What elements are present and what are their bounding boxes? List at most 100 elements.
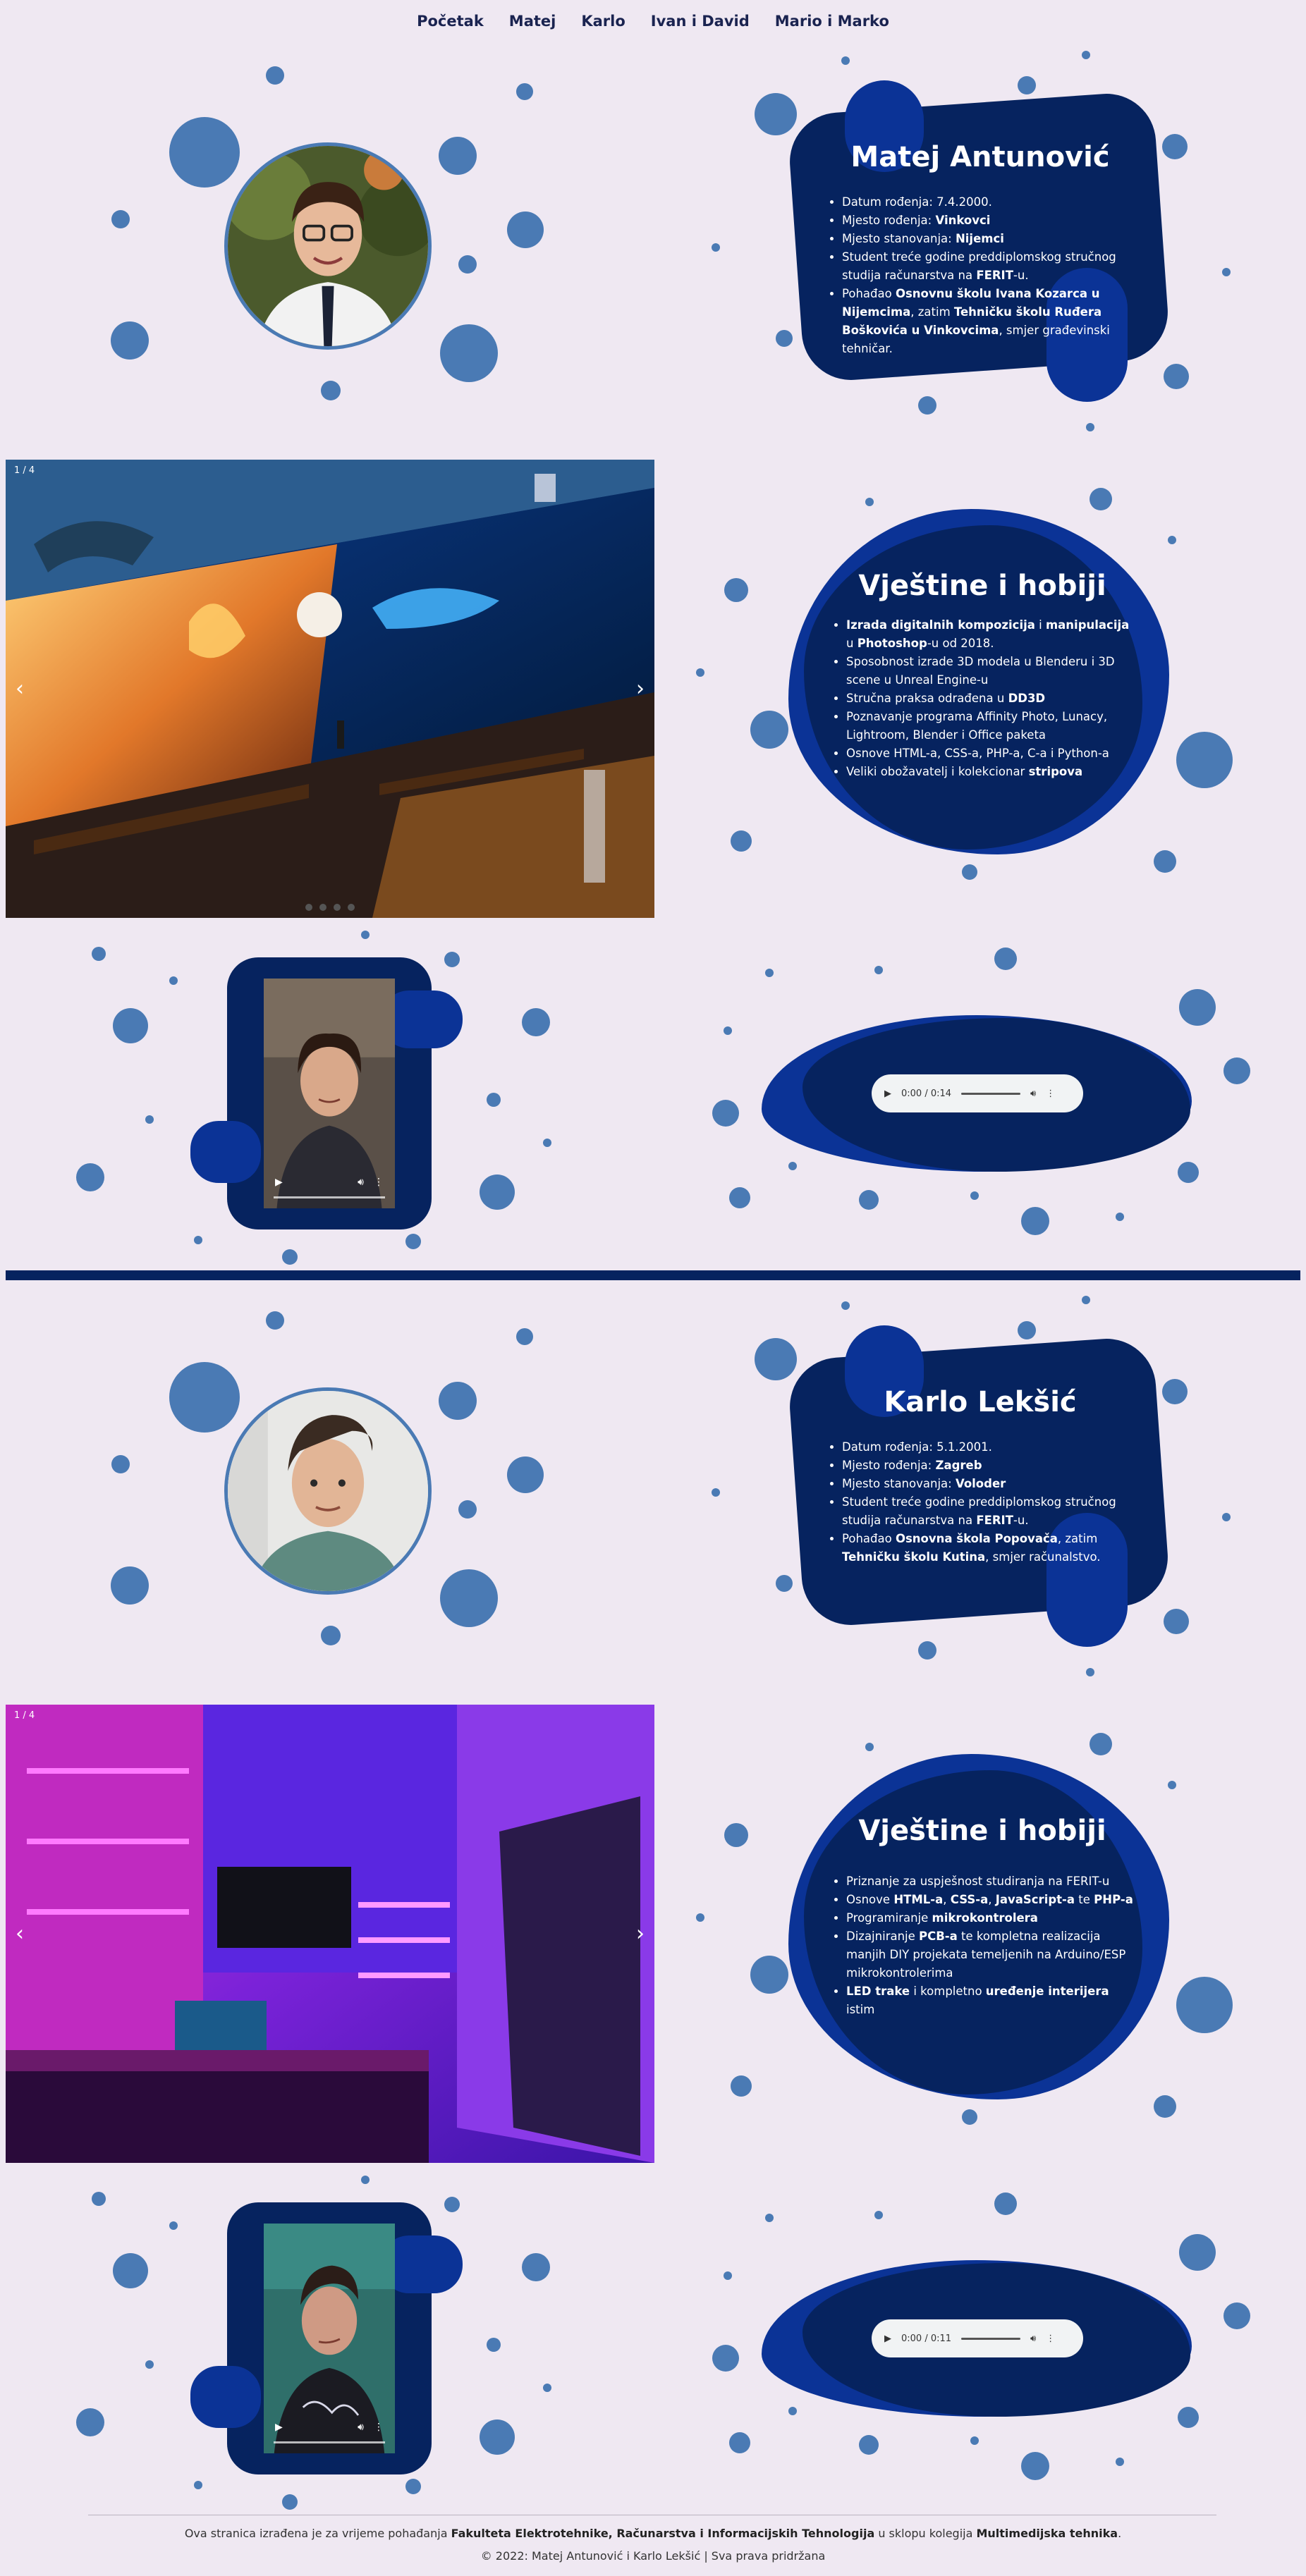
decor-dot [724,578,748,602]
person-section-karlo: Karlo Lekšić Datum rođenja: 5.1.2001. Mj… [0,1245,1306,2521]
slider-dots [6,904,654,911]
chevron-right-icon[interactable]: › [636,677,645,701]
audio-time: 0:00 / 0:14 [901,1088,952,1099]
decor-dot [458,255,477,274]
info-list: Datum rođenja: 7.4.2000. Mjesto rođenja:… [825,193,1135,358]
skills-item: Sposobnost izrade 3D modela u Blenderu i… [846,653,1134,689]
image-slider-matej[interactable]: 1 / 4 ‹ › [6,460,654,918]
decor-dot [1179,2234,1216,2271]
decor-dot [1179,989,1216,1026]
decor-dot [724,1823,748,1847]
avatar-matej [224,142,432,350]
decor-dot [516,83,533,100]
decor-dot [755,93,797,135]
decor-dot [169,117,240,188]
more-vert-icon[interactable]: ⋮ [374,2422,384,2433]
info-list: Datum rođenja: 5.1.2001. Mjesto rođenja:… [825,1438,1135,1566]
decor-dot [522,2253,550,2281]
chevron-left-icon[interactable]: ‹ [16,1922,24,1946]
slider-dot[interactable] [305,904,312,911]
decor-dot [1176,1977,1233,2033]
slide-counter: 1 / 4 [14,465,35,476]
decor-dot [145,2360,154,2369]
more-vert-icon[interactable]: ⋮ [1046,2333,1055,2344]
decor-dot [874,966,883,974]
decor-dot [1116,1213,1124,1221]
audio-seek-bar[interactable] [961,1092,1021,1095]
chevron-left-icon[interactable]: ‹ [16,677,24,701]
decor-dot [282,2494,298,2510]
decor-dot [918,396,936,415]
decor-dot [487,2338,501,2352]
decor-dot [480,2419,515,2455]
person-name: Matej Antunović [850,141,1110,173]
decor-dot [145,1115,154,1124]
decor-dot [480,1174,515,1210]
audio-player-matej[interactable]: ▶ 0:00 / 0:14 🔊︎ ⋮ [872,1074,1083,1112]
decor-dot [440,324,498,382]
skills-item: Osnove HTML-a, CSS-a, JavaScript-a te PH… [846,1891,1134,1909]
play-icon[interactable]: ▶ [884,2333,891,2344]
decor-dot [194,2481,202,2489]
decor-dot [865,1743,874,1751]
info-item-birthdate: Datum rođenja: 7.4.2000. [842,193,1135,211]
decor-dot [111,321,149,360]
decor-dot [1164,1609,1189,1634]
play-icon[interactable]: ▶ [275,1177,283,1188]
info-item-birthplace: Mjesto rođenja: Zagreb [842,1456,1135,1475]
skills-list: Izrada digitalnih kompozicija i manipula… [831,616,1134,781]
audio-player-karlo[interactable]: ▶ 0:00 / 0:11 🔊︎ ⋮ [872,2319,1083,2357]
decor-dot [111,1566,149,1605]
skills-card-karlo: Vještine i hobiji Priznanje za uspješnos… [831,1815,1134,2019]
image-slider-karlo[interactable]: 1 / 4 ‹ › [6,1705,654,2163]
slider-dot[interactable] [348,904,355,911]
chevron-right-icon[interactable]: › [636,1922,645,1946]
volume-icon[interactable]: 🔊︎ [358,1177,364,1188]
info-item-residence: Mjesto stanovanja: Nijemci [842,230,1135,248]
decor-dot [962,864,977,880]
decor-dot [696,1913,704,1922]
info-card-matej: Matej Antunović Datum rođenja: 7.4.2000.… [825,141,1135,358]
decor-dot [516,1328,533,1345]
video-player-karlo[interactable]: ▶ 🔊︎ ⋮ [264,2224,395,2453]
avatar-karlo [224,1387,432,1595]
decor-dot [522,1008,550,1036]
footer-copyright: © 2022: Matej Antunović i Karlo Lekšić |… [480,2549,826,2563]
play-icon[interactable]: ▶ [884,1088,891,1099]
person-name: Karlo Lekšić [884,1386,1077,1418]
decor-dot [729,1187,750,1208]
decor-dot [507,1456,544,1493]
info-item-study: Student treće godine preddiplomskog stru… [842,248,1135,285]
decor-dot [405,2479,421,2494]
info-item-study: Student treće godine preddiplomskog stru… [842,1493,1135,1530]
footer-credits: Ova stranica izrađena je za vrijeme poha… [184,2527,1122,2540]
video-player-matej[interactable]: ▶ 🔊︎ ⋮ [264,979,395,1208]
decor-dot [169,976,178,985]
decor-dot [1154,850,1176,873]
skills-item: Priznanje za uspješnost studiranja na FE… [846,1872,1134,1891]
audio-time: 0:00 / 0:11 [901,2333,952,2344]
play-icon[interactable]: ▶ [275,2422,283,2433]
skills-item: Stručna praksa odrađena u DD3D [846,689,1134,708]
volume-icon[interactable]: 🔊︎ [1030,2333,1036,2344]
volume-icon[interactable]: 🔊︎ [1030,1088,1036,1099]
info-item-residence: Mjesto stanovanja: Voloder [842,1475,1135,1493]
audio-seek-bar[interactable] [961,2337,1021,2340]
decor-dot [1178,2407,1199,2428]
decor-dot [1222,1513,1231,1521]
volume-icon[interactable]: 🔊︎ [358,2422,364,2433]
decor-dot [750,1956,788,1994]
decor-dot [918,1641,936,1660]
more-vert-icon[interactable]: ⋮ [1046,1088,1055,1099]
decor-dot [113,2253,148,2288]
skills-item: Veliki obožavatelj i kolekcionar stripov… [846,763,1134,781]
decor-dot [1168,536,1176,544]
more-vert-icon[interactable]: ⋮ [374,1177,384,1188]
decor-dot [970,1191,979,1200]
decor-dot [712,1100,739,1127]
slider-dot[interactable] [319,904,326,911]
decor-dot [361,931,370,939]
decor-dot [776,330,793,347]
slide-counter: 1 / 4 [14,1710,35,1721]
slider-dot[interactable] [334,904,341,911]
